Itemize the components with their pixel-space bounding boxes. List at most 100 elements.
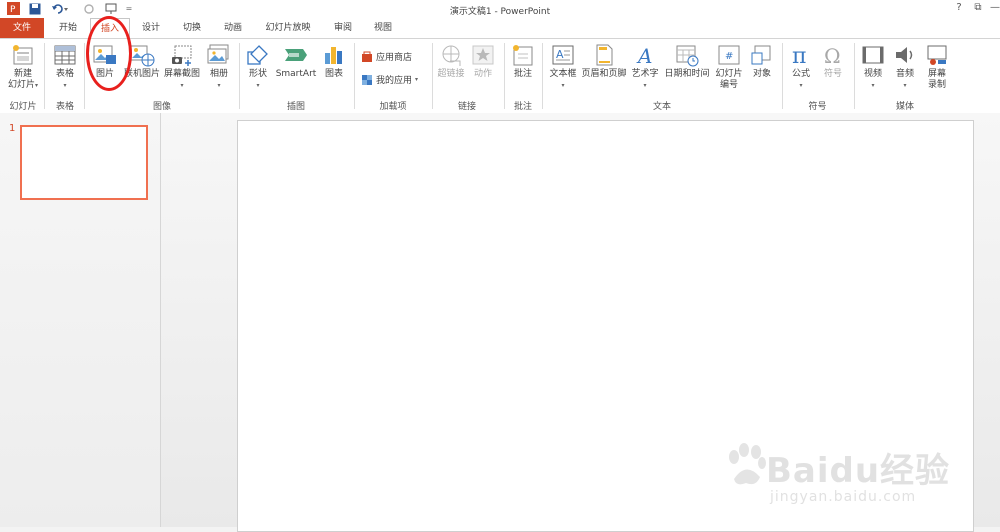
tab-review[interactable]: 审阅 bbox=[324, 18, 362, 38]
ribbon-display-button[interactable]: ⧉ bbox=[970, 1, 986, 15]
header-footer-label: 页眉和页脚 bbox=[581, 69, 627, 79]
slide-thumbnail[interactable] bbox=[20, 125, 148, 200]
dropdown-caret-icon: ▾ bbox=[256, 82, 260, 89]
group-label-links: 链接 bbox=[457, 102, 476, 112]
annotation-circle bbox=[86, 16, 132, 91]
online-picture-icon bbox=[130, 45, 155, 67]
new-slide-button[interactable]: 新建 幻灯片▾ bbox=[4, 43, 42, 91]
new-slide-label-2: 幻灯片 bbox=[7, 80, 35, 90]
group-separator bbox=[239, 43, 240, 109]
office-store-button[interactable]: 应用商店 bbox=[361, 50, 412, 63]
svg-text:A: A bbox=[556, 48, 564, 61]
date-time-button[interactable]: 日期和时间 bbox=[662, 43, 712, 80]
group-separator bbox=[504, 43, 505, 109]
help-button[interactable]: ? bbox=[951, 1, 967, 15]
screen-recording-label-1: 屏幕 bbox=[927, 69, 946, 79]
svg-text:#: # bbox=[725, 51, 733, 62]
screenshot-icon bbox=[172, 45, 192, 66]
baidu-watermark: Baidu经验 jingyan.baidu.com bbox=[726, 443, 976, 513]
textbox-button[interactable]: A 文本框 ▾ bbox=[546, 43, 580, 91]
smartart-label: SmartArt bbox=[275, 69, 317, 79]
tab-view[interactable]: 视图 bbox=[364, 18, 402, 38]
group-label-comments: 批注 bbox=[513, 102, 532, 112]
table-icon bbox=[54, 45, 76, 65]
comment-label: 批注 bbox=[513, 69, 532, 79]
slide-number-label-2: 编号 bbox=[719, 80, 738, 90]
shapes-button[interactable]: 形状 ▾ bbox=[242, 43, 274, 91]
slide-thumbnail-pane: 1 bbox=[0, 113, 160, 527]
my-apps-button[interactable]: 我的应用 ▾ bbox=[361, 73, 418, 86]
ribbon-tabs: 文件 开始 插入 设计 切换 动画 幻灯片放映 审阅 视图 bbox=[0, 18, 1000, 39]
screen-recording-icon bbox=[927, 45, 947, 65]
slide-number-icon: # bbox=[718, 45, 740, 65]
photo-album-button[interactable]: 相册 ▾ bbox=[202, 43, 236, 91]
chart-button[interactable]: 图表 bbox=[318, 43, 350, 80]
object-button[interactable]: 对象 bbox=[746, 43, 778, 80]
wordart-button[interactable]: A 艺术字 ▾ bbox=[628, 43, 662, 91]
speaker-icon bbox=[896, 47, 913, 63]
dropdown-caret-icon: ▾ bbox=[415, 76, 419, 83]
action-button[interactable]: 动作 bbox=[467, 43, 499, 80]
svg-text:A: A bbox=[636, 44, 652, 67]
group-label-tables: 表格 bbox=[55, 102, 74, 112]
group-separator bbox=[354, 43, 355, 109]
window-title: 演示文稿1 - PowerPoint bbox=[449, 7, 551, 17]
video-button[interactable]: 视频 ▾ bbox=[858, 43, 888, 91]
slide-number-button[interactable]: # 幻灯片 编号 bbox=[712, 43, 746, 91]
audio-label: 音频 bbox=[895, 69, 914, 79]
watermark-brand: Baidu经验 bbox=[766, 451, 951, 491]
group-label-images: 图像 bbox=[152, 102, 171, 112]
symbol-button[interactable]: Ω 符号 bbox=[817, 43, 849, 80]
new-slide-label-1: 新建 bbox=[13, 69, 32, 79]
group-label-media: 媒体 bbox=[895, 102, 914, 112]
svg-text:Ω: Ω bbox=[824, 44, 841, 67]
tab-file[interactable]: 文件 bbox=[0, 18, 44, 38]
table-button[interactable]: 表格 ▾ bbox=[48, 43, 82, 91]
screenshot-button[interactable]: 屏幕截图 ▾ bbox=[162, 43, 202, 91]
object-label: 对象 bbox=[752, 69, 771, 79]
photo-album-label: 相册 bbox=[209, 69, 228, 79]
tab-design[interactable]: 设计 bbox=[132, 18, 170, 38]
wordart-label: 艺术字 bbox=[631, 69, 659, 79]
header-footer-icon bbox=[596, 44, 613, 66]
calendar-clock-icon bbox=[676, 45, 699, 67]
equation-button[interactable]: π 公式 ▾ bbox=[786, 43, 816, 91]
symbol-label: 符号 bbox=[823, 69, 842, 79]
group-separator bbox=[44, 43, 45, 109]
tab-slideshow[interactable]: 幻灯片放映 bbox=[256, 18, 320, 38]
pi-icon: π bbox=[792, 44, 806, 67]
dropdown-caret-icon: ▾ bbox=[561, 82, 565, 89]
store-icon bbox=[362, 51, 372, 62]
screen-recording-button[interactable]: 屏幕 录制 bbox=[922, 43, 952, 91]
smartart-button[interactable]: SmartArt bbox=[274, 43, 318, 80]
my-apps-label: 我的应用 bbox=[376, 76, 413, 86]
action-label: 动作 bbox=[473, 69, 492, 79]
omega-icon: Ω bbox=[824, 44, 841, 67]
tab-home[interactable]: 开始 bbox=[48, 18, 88, 38]
hyperlink-icon bbox=[442, 45, 461, 66]
table-label: 表格 bbox=[55, 69, 74, 79]
audio-button[interactable]: 音频 ▾ bbox=[890, 43, 920, 91]
watermark-url: jingyan.baidu.com bbox=[770, 489, 917, 505]
textbox-icon: A bbox=[552, 45, 574, 65]
group-label-illustrations: 插图 bbox=[286, 102, 305, 112]
group-separator bbox=[542, 43, 543, 109]
group-label-symbols: 符号 bbox=[808, 102, 827, 112]
svg-text:π: π bbox=[792, 44, 806, 67]
tab-transitions[interactable]: 切换 bbox=[173, 18, 211, 38]
my-apps-icon bbox=[362, 74, 372, 85]
hyperlink-button[interactable]: 超链接 bbox=[435, 43, 467, 80]
smartart-icon bbox=[285, 49, 307, 61]
chart-label: 图表 bbox=[324, 69, 343, 79]
screen-recording-label-2: 录制 bbox=[927, 80, 946, 90]
dropdown-caret-icon: ▾ bbox=[903, 82, 907, 89]
chart-icon bbox=[325, 47, 342, 64]
group-separator bbox=[782, 43, 783, 109]
minimize-button[interactable]: — bbox=[987, 1, 1000, 15]
header-footer-button[interactable]: 页眉和页脚 bbox=[580, 43, 628, 80]
dropdown-caret-icon: ▾ bbox=[217, 82, 221, 89]
comment-button[interactable]: 批注 bbox=[507, 43, 539, 80]
ribbon: 新建 幻灯片▾ 幻灯片 表格 ▾ 表格 图片 联机图片 屏幕截图 ▾ 相册 ▾ … bbox=[0, 38, 1000, 114]
tab-animations[interactable]: 动画 bbox=[214, 18, 252, 38]
group-label-slides: 幻灯片 bbox=[9, 102, 37, 112]
